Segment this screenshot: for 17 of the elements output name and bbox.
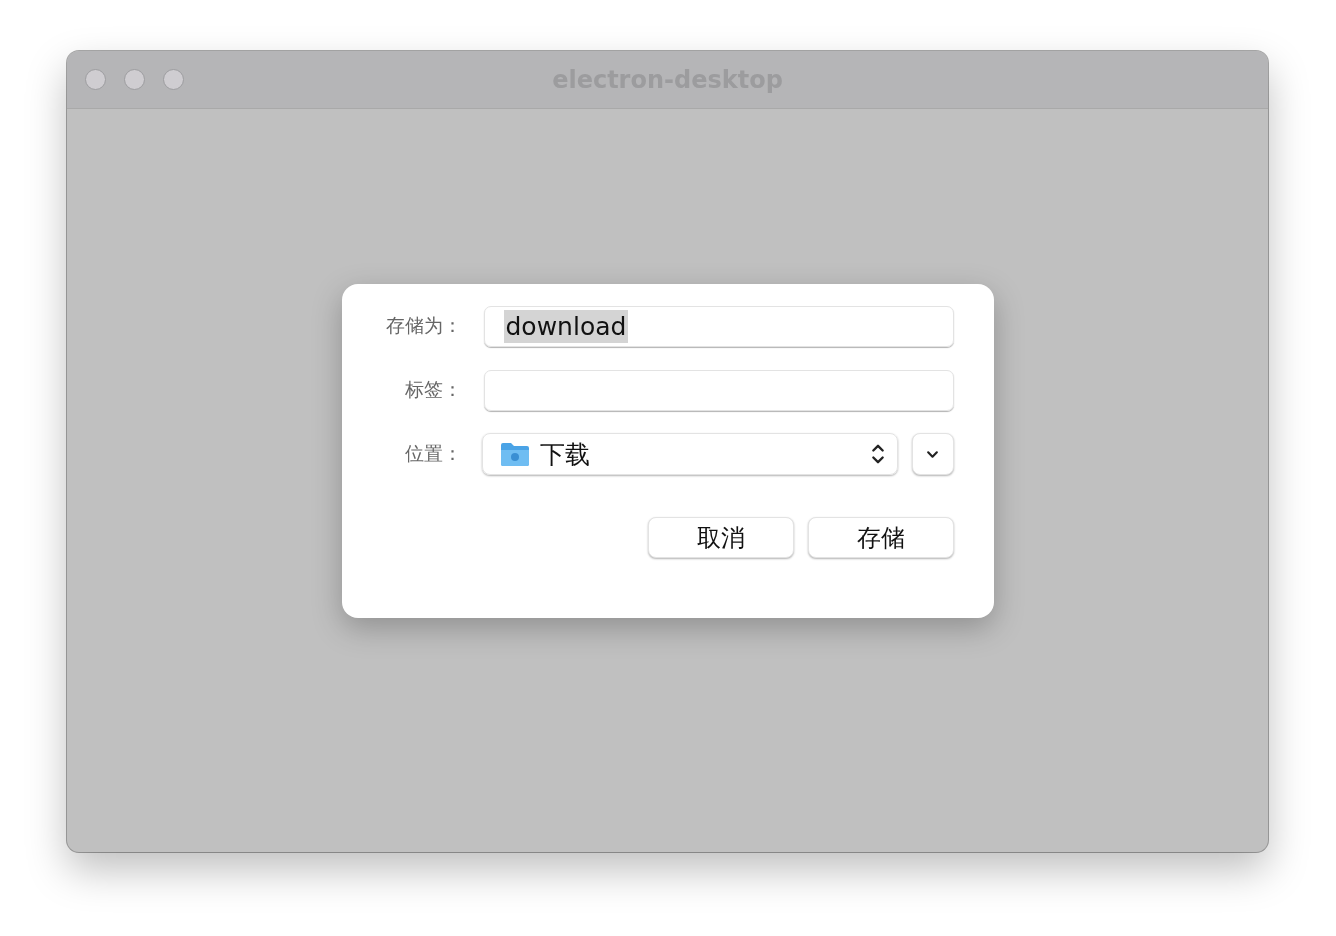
field-value: download [503,309,629,343]
minimize-button[interactable] [124,69,145,90]
up-down-chevron-icon [870,442,885,466]
folder-icon [499,440,530,468]
popup-value: 下载 [539,438,591,471]
close-button[interactable] [85,69,106,90]
chevron-down-icon [926,449,939,459]
location-popup[interactable]: 下载 [481,433,898,475]
text-field[interactable]: download [483,305,954,347]
expand-button[interactable] [911,433,954,475]
field-label: 标签： [403,377,462,402]
dialog-button[interactable]: 取消 [647,517,794,558]
text-field[interactable] [483,369,954,411]
field-label: 位置： [403,441,462,466]
dialog-button[interactable]: 存储 [807,517,954,558]
field-label: 存储为： [384,313,462,338]
zoom-button[interactable] [163,69,184,90]
